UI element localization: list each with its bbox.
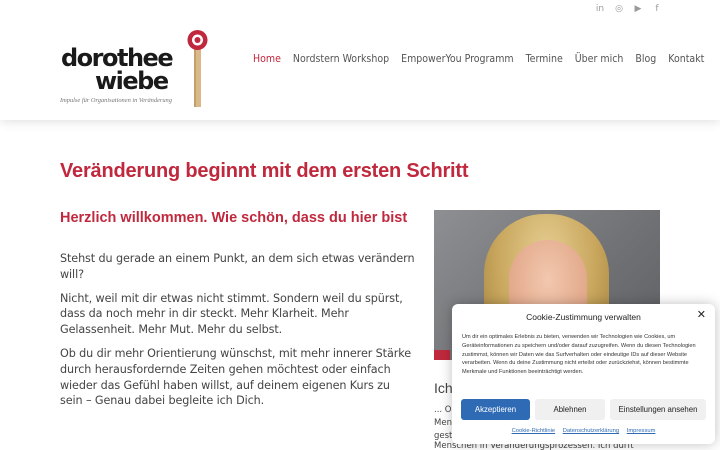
linkedin-icon[interactable]: in [595,3,605,15]
matchstick-logo-icon [187,30,208,107]
nav-termine[interactable]: Termine [526,52,563,66]
cookie-dialog-title: Cookie-Zustimmung verwalten [526,312,641,322]
privacy-policy-link[interactable]: Datenschutzerklärung [563,428,619,434]
site-logo[interactable]: dorothee wiebe Impulse für Organisatione… [59,27,209,112]
nav-blog[interactable]: Blog [635,52,656,66]
welcome-subheading: Herzlich willkommen. Wie schön, dass du … [60,210,408,226]
nav-ueber-mich[interactable]: Über mich [575,52,624,66]
main-navigation: Home Nordstern Workshop EmpowerYou Progr… [253,52,716,66]
cookie-consent-dialog: Cookie-Zustimmung verwalten ✕ Um dir ein… [452,304,715,444]
deny-button[interactable]: Ablehnen [535,399,605,420]
close-icon[interactable]: ✕ [697,309,706,321]
imprint-link[interactable]: Impressum [627,428,656,434]
intro-paragraph-3: Ob du dir mehr Orientierung wünschst, mi… [60,346,411,408]
cookie-buttons: Akzeptieren Ablehnen Einstellungen anseh… [461,399,706,420]
cookie-dialog-text: Um dir ein optimales Erlebnis zu bieten,… [462,334,696,376]
view-settings-button[interactable]: Einstellungen ansehen [610,399,706,420]
nav-nordstern-workshop[interactable]: Nordstern Workshop [293,52,389,66]
nav-kontakt[interactable]: Kontakt [668,52,704,66]
instagram-icon[interactable]: ◎ [614,3,624,15]
about-heading: Ich [434,380,453,396]
site-header: in ◎ ▶ f dorothee wiebe Impulse für Orga… [0,0,720,120]
accept-button[interactable]: Akzeptieren [461,399,530,420]
cookie-policy-link[interactable]: Cookie-Richtlinie [512,428,556,434]
nav-home[interactable]: Home [253,52,281,66]
logo-line-2: wiebe [95,67,169,95]
intro-text: Stehst du gerade an einem Punkt, an dem … [60,251,415,417]
nav-empoweryou-programm[interactable]: EmpowerYou Programm [401,52,514,66]
youtube-icon[interactable]: ▶ [633,3,643,15]
social-links: in ◎ ▶ f [595,3,662,15]
page-heading: Veränderung beginnt mit dem ersten Schri… [60,160,469,182]
facebook-icon[interactable]: f [652,3,662,15]
logo-tagline: Impulse für Organisationen in Veränderun… [60,97,172,104]
intro-paragraph-1: Stehst du gerade an einem Punkt, an dem … [60,252,415,281]
intro-paragraph-2: Nicht, weil mit dir etwas nicht stimmt. … [60,291,403,337]
cookie-links: Cookie-Richtlinie Datenschutzerklärung I… [452,428,715,434]
